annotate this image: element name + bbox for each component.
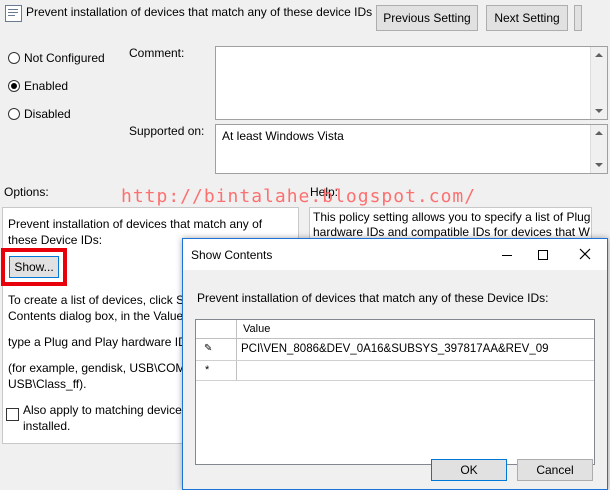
options-section-label: Options: <box>4 185 49 199</box>
options-example-line1: (for example, gendisk, USB\COMI <box>8 361 189 375</box>
radio-not-configured[interactable] <box>8 52 20 64</box>
options-desc-line1: Prevent installation of devices that mat… <box>8 217 263 231</box>
next-setting-button[interactable]: Next Setting <box>486 5 568 31</box>
watermark-text: http://bintalahe.blogspot.com/ <box>121 186 477 207</box>
show-button[interactable]: Show... <box>9 256 59 278</box>
dialog-title-bar[interactable]: Show Contents <box>183 239 607 270</box>
grid-header-value: Value <box>243 323 271 335</box>
minimize-icon[interactable] <box>493 247 523 263</box>
comment-scrollbar[interactable] <box>590 47 607 119</box>
supported-scrollbar[interactable] <box>590 125 607 173</box>
help-panel: This policy setting allows you to specif… <box>309 207 592 239</box>
options-create-line1: To create a list of devices, click Sh <box>8 293 191 307</box>
comment-textarea[interactable] <box>215 46 608 120</box>
grid-row-marker-edit: ✎ <box>204 343 213 354</box>
help-line1: This policy setting allows you to specif… <box>313 210 591 224</box>
options-example-line2: USB\Class_ff). <box>8 377 87 391</box>
options-type-line: type a Plug and Play hardware ID <box>8 335 187 349</box>
show-contents-dialog: Show Contents Prevent installation of de… <box>182 238 608 490</box>
radio-enabled-label: Enabled <box>24 79 69 93</box>
radio-disabled[interactable] <box>8 108 20 120</box>
dialog-prompt: Prevent installation of devices that mat… <box>197 291 549 305</box>
ok-button[interactable]: OK <box>431 459 507 481</box>
radio-disabled-label: Disabled <box>24 107 71 121</box>
radio-not-configured-label: Not Configured <box>24 51 105 65</box>
options-create-line2: Contents dialog box, in the Value <box>8 309 184 323</box>
grid-row-marker-new: * <box>205 364 210 376</box>
options-desc-line2: these Device IDs: <box>8 233 103 247</box>
policy-icon <box>5 5 22 22</box>
overflow-button[interactable] <box>574 5 582 31</box>
also-apply-line1: Also apply to matching device <box>23 403 182 417</box>
dialog-title: Show Contents <box>191 248 273 262</box>
value-grid[interactable]: Value ✎ PCI\VEN_8086&DEV_0A16&SUBSYS_397… <box>195 319 595 465</box>
also-apply-line2: installed. <box>23 419 71 433</box>
supported-field: At least Windows Vista <box>215 124 608 174</box>
supported-label: Supported on: <box>129 124 205 138</box>
help-line2: hardware IDs and compatible IDs for devi… <box>313 225 590 239</box>
supported-value: At least Windows Vista <box>222 129 344 143</box>
grid-row-value[interactable]: PCI\VEN_8086&DEV_0A16&SUBSYS_397817AA&RE… <box>241 343 549 355</box>
comment-label: Comment: <box>129 46 185 60</box>
maximize-icon[interactable] <box>528 247 558 263</box>
previous-setting-button[interactable]: Previous Setting <box>376 5 478 31</box>
cancel-button[interactable]: Cancel <box>517 459 593 481</box>
policy-title: Prevent installation of devices that mat… <box>26 5 373 19</box>
close-icon[interactable] <box>573 244 597 264</box>
also-apply-checkbox[interactable] <box>6 408 19 421</box>
radio-enabled[interactable] <box>8 80 20 92</box>
